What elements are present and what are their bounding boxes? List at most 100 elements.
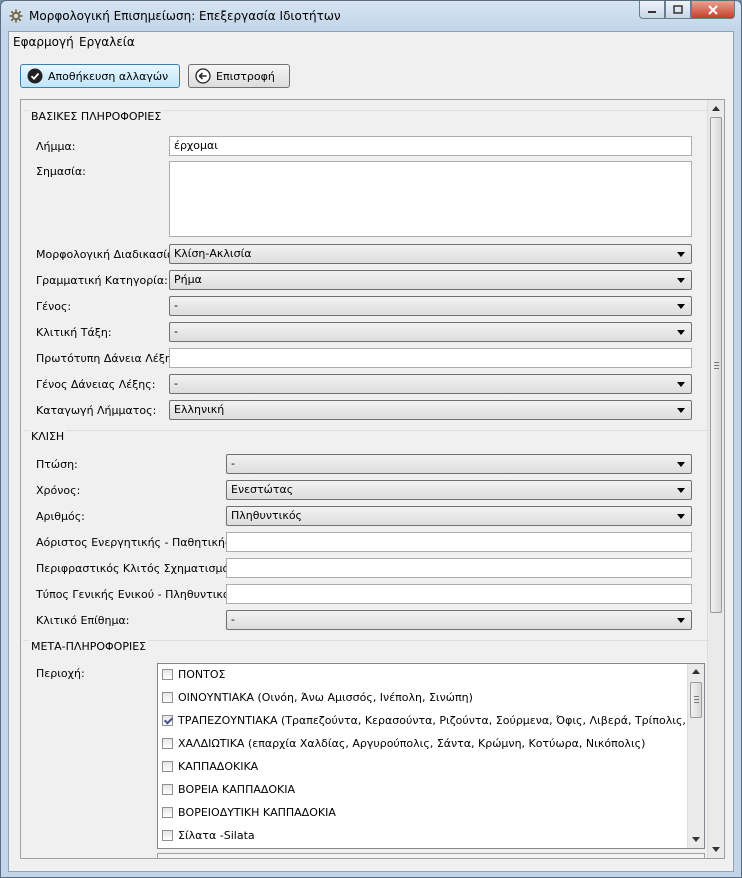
inflection-class-value: - <box>174 325 178 338</box>
region-checkbox[interactable] <box>162 737 173 749</box>
aorist-label: Αόριστος Ενεργητικής - Παθητικής: <box>36 536 236 549</box>
morph-process-label: Μορφολογική Διαδικασία: <box>36 248 178 261</box>
region-label: Περιοχή: <box>36 667 85 680</box>
gear-icon <box>9 9 23 23</box>
window-controls <box>639 1 735 21</box>
region-list-scrollbar[interactable] <box>687 664 704 848</box>
loanword-gender-value: - <box>174 377 178 390</box>
genitive-form-field[interactable] <box>226 584 692 604</box>
case-label: Πτώση: <box>36 458 78 471</box>
chevron-down-icon <box>677 252 685 257</box>
save-button[interactable]: Αποθήκευση αλλαγών <box>20 64 180 88</box>
chevron-down-icon <box>677 618 685 623</box>
number-select[interactable]: Πληθυντικός <box>226 506 692 526</box>
lemma-origin-value: Ελληνική <box>174 403 225 416</box>
scroll-down-icon[interactable] <box>692 837 700 842</box>
lemma-origin-label: Καταγωγή Λήμματος: <box>36 404 157 417</box>
inflectional-suffix-label: Κλιτικό Επίθημα: <box>36 614 130 627</box>
section-title: ΒΑΣΙΚΕΣ ΠΛΗΡΟΦΟΡΙΕΣ <box>29 110 164 123</box>
region-checkbox[interactable] <box>162 829 173 841</box>
close-button[interactable] <box>691 1 735 19</box>
toolbar: Αποθήκευση αλλαγών Επιστροφή <box>9 52 733 94</box>
list-item[interactable]: ΒΟΡΕΙΟΔΥΤΙΚΗ ΚΑΠΠΑΔΟΚΙΑ <box>162 802 336 822</box>
genitive-form-label: Τύπος Γενικής Ενικού - Πληθυντικού: <box>36 588 240 601</box>
chevron-down-icon <box>677 278 685 283</box>
list-item[interactable]: ΚΑΠΠΑΔΟΚΙΚΑ <box>162 756 258 776</box>
region-checkbox[interactable] <box>162 783 173 795</box>
region-checkbox[interactable] <box>162 714 173 726</box>
gender-select[interactable]: - <box>169 296 692 316</box>
list-item[interactable]: Σίλατα -Silata <box>162 825 255 845</box>
chevron-down-icon <box>677 408 685 413</box>
chevron-down-icon <box>677 462 685 467</box>
region-label-text: ΒΟΡΕΙΟΔΥΤΙΚΗ ΚΑΠΠΑΔΟΚΙΑ <box>178 805 336 819</box>
window-title: Μορφολογική Επισημείωση: Επεξεργασία Ιδι… <box>29 9 341 23</box>
chevron-down-icon <box>677 330 685 335</box>
back-button[interactable]: Επιστροφή <box>188 64 290 88</box>
grammar-category-select[interactable]: Ρήμα <box>169 270 692 290</box>
morph-process-value: Κλίση-Ακλισία <box>174 247 252 260</box>
case-select[interactable]: - <box>226 454 692 474</box>
region-label-text: ΧΑΛΔΙΩΤΙΚΑ (επαρχία Χαλδίας, Αργυρούπολι… <box>178 736 646 750</box>
chevron-down-icon <box>677 304 685 309</box>
region-checkbox[interactable] <box>162 691 173 703</box>
periphrastic-field[interactable] <box>226 558 692 578</box>
lemma-field[interactable]: έρχομαι <box>169 136 692 156</box>
back-label: Επιστροφή <box>216 69 275 83</box>
grip-line <box>694 696 699 697</box>
close-icon <box>708 4 718 15</box>
region-label-text: ΠΟΝΤΟΣ <box>178 667 226 681</box>
region-checkbox[interactable] <box>162 760 173 772</box>
scroll-up-icon[interactable] <box>712 106 720 111</box>
menu-application[interactable]: Εφαρμογή <box>13 35 74 49</box>
tense-value: Ενεστώτας <box>231 483 294 496</box>
number-value: Πληθυντικός <box>231 509 303 522</box>
grammar-category-label: Γραμματική Κατηγορία: <box>36 274 168 287</box>
tense-select[interactable]: Ενεστώτας <box>226 480 692 500</box>
title-bar[interactable]: Μορφολογική Επισημείωση: Επεξεργασία Ιδι… <box>1 1 741 31</box>
list-item[interactable]: ΟΙΝΟΥΝΤΙΑΚΑ (Οινόη, Άνω Αμισσός, Ινέπολη… <box>162 687 473 707</box>
aorist-field[interactable] <box>226 532 692 552</box>
grip-line <box>714 362 719 363</box>
list-item[interactable]: ΠΟΝΤΟΣ <box>162 664 226 684</box>
meaning-textarea[interactable] <box>169 161 692 237</box>
loanword-gender-select[interactable]: - <box>169 374 692 394</box>
maximize-button[interactable] <box>665 1 691 19</box>
tense-label: Χρόνος: <box>36 484 81 497</box>
scrollbar-thumb[interactable] <box>710 117 722 613</box>
grammar-category-value: Ρήμα <box>174 273 202 286</box>
region-checkbox[interactable] <box>162 806 173 818</box>
original-loanword-field[interactable] <box>169 348 692 368</box>
grip-line <box>714 365 719 366</box>
gender-label: Γένος: <box>36 300 72 313</box>
inflectional-suffix-select[interactable]: - <box>226 610 692 630</box>
list-item[interactable]: ΒΟΡΕΙΑ ΚΑΠΠΑΔΟΚΙΑ <box>162 779 295 799</box>
minimize-icon <box>648 10 656 13</box>
list-item[interactable]: ΤΡΑΠΕΖΟΥΝΤΙΑΚΑ (Τραπεζούντα, Κερασούντα,… <box>162 710 705 730</box>
lemma-origin-select[interactable]: Ελληνική <box>169 400 692 420</box>
minimize-button[interactable] <box>639 1 665 19</box>
grip-line <box>714 368 719 369</box>
region-checkbox[interactable] <box>162 668 173 680</box>
form-scrollbar[interactable] <box>707 100 724 858</box>
scroll-up-icon[interactable] <box>692 669 700 674</box>
lemma-label: Λήμμα: <box>36 140 76 153</box>
region-label-text: ΒΟΡΕΙΑ ΚΑΠΠΑΔΟΚΙΑ <box>178 782 296 796</box>
menu-tools[interactable]: Εργαλεία <box>79 35 135 49</box>
inflection-class-select[interactable]: - <box>169 322 692 342</box>
next-field-edge <box>157 853 705 858</box>
region-list[interactable]: ΠΟΝΤΟΣ ΟΙΝΟΥΝΤΙΑΚΑ (Οινόη, Άνω Αμισσός, … <box>157 663 705 849</box>
region-label-text: ΤΡΑΠΕΖΟΥΝΤΙΑΚΑ (Τραπεζούντα, Κερασούντα,… <box>178 713 705 727</box>
client-area: Εφαρμογή Εργαλεία Αποθήκευση αλλαγών Επι… <box>8 31 734 872</box>
scroll-down-icon[interactable] <box>712 847 720 852</box>
meaning-label: Σημασία: <box>36 165 86 178</box>
list-item[interactable]: ΧΑΛΔΙΩΤΙΚΑ (επαρχία Χαλδίας, Αργυρούπολι… <box>162 733 645 753</box>
grip-line <box>694 699 699 700</box>
app-window: Μορφολογική Επισημείωση: Επεξεργασία Ιδι… <box>0 0 742 878</box>
form-scroll-pane[interactable]: ΒΑΣΙΚΕΣ ΠΛΗΡΟΦΟΡΙΕΣ Λήμμα: έρχομαι Σημασ… <box>20 99 725 859</box>
scrollbar-thumb[interactable] <box>690 682 702 718</box>
morph-process-select[interactable]: Κλίση-Ακλισία <box>169 244 692 264</box>
chevron-down-icon <box>677 514 685 519</box>
case-value: - <box>231 457 235 470</box>
chevron-down-icon <box>677 488 685 493</box>
